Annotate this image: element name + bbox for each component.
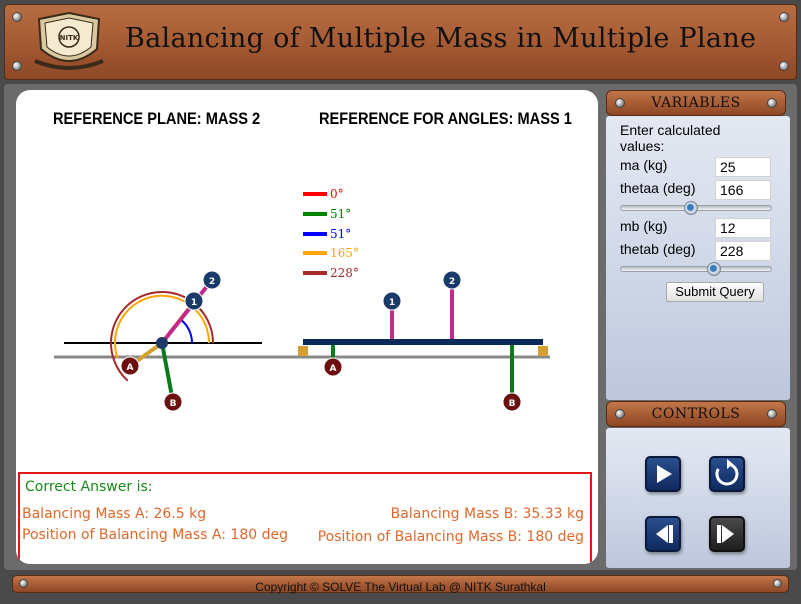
thetaa-input[interactable]	[715, 180, 771, 200]
angle-arc-blue	[180, 318, 193, 344]
legend-swatch	[303, 192, 327, 196]
variables-intro: Enter calculated values:	[620, 122, 721, 154]
copyright-text: Copyright © SOLVE The Virtual Lab @ NITK…	[255, 580, 546, 594]
thetaa-slider[interactable]	[620, 201, 772, 215]
step-back-button[interactable]	[645, 516, 681, 552]
legend-swatch	[303, 271, 327, 275]
svg-text:NITK: NITK	[60, 34, 79, 42]
rivet-icon	[12, 61, 22, 71]
answer-position-b: Position of Balancing Mass B: 180 deg	[317, 529, 584, 545]
variables-title: VARIABLES	[651, 95, 741, 111]
controls-header: CONTROLS	[606, 401, 786, 427]
legend-swatch	[303, 232, 327, 236]
thetaa-slider-thumb[interactable]	[683, 201, 698, 215]
reset-icon	[715, 459, 739, 486]
thetab-slider-thumb[interactable]	[706, 262, 721, 276]
mass-b-label: B	[509, 399, 516, 409]
step-forward-button[interactable]	[709, 516, 745, 552]
header-bar: NITK Balancing of Multiple Mass in Multi…	[4, 4, 797, 80]
rivet-icon	[767, 98, 777, 108]
thetab-label: thetab (deg)	[620, 241, 696, 257]
rivet-icon	[779, 12, 789, 22]
ma-input[interactable]	[715, 157, 771, 177]
mass-1-label: 1	[389, 298, 395, 308]
rivet-icon	[12, 12, 22, 22]
legend-label: 228°	[330, 266, 359, 280]
answer-title: Correct Answer is:	[25, 479, 153, 495]
bearing-right	[538, 346, 548, 356]
legend-label: 0°	[330, 187, 344, 201]
legend-label: 51°	[330, 227, 351, 241]
mass-a-label: A	[127, 363, 134, 373]
nitk-logo: NITK	[34, 11, 104, 70]
answer-mass-b: Balancing Mass B: 35.33 kg	[390, 506, 584, 522]
play-button[interactable]	[645, 456, 681, 492]
page-title: Balancing of Multiple Mass in Multiple P…	[125, 23, 757, 54]
mass-2-label: 2	[449, 277, 455, 287]
bearing-left	[298, 346, 308, 356]
answer-position-a: Position of Balancing Mass A: 180 deg	[22, 527, 288, 543]
rivet-icon	[615, 409, 625, 419]
mass-b-label: B	[170, 399, 177, 409]
simulation-area: REFERENCE PLANE: MASS 2 REFERENCE FOR AN…	[16, 90, 598, 564]
mass-1-label: 1	[191, 298, 197, 308]
legend-swatch	[303, 251, 327, 255]
mass-2-label: 2	[209, 277, 215, 287]
shaft	[303, 339, 543, 345]
ma-label: ma (kg)	[620, 157, 668, 173]
variables-header: VARIABLES	[606, 90, 786, 116]
step-forward-icon	[717, 525, 734, 543]
hub	[156, 337, 168, 349]
rivet-icon	[767, 409, 777, 419]
rivet-icon	[615, 98, 625, 108]
controls-panel	[606, 428, 790, 568]
controls-title: CONTROLS	[651, 406, 741, 422]
thetab-input[interactable]	[715, 241, 771, 261]
reset-button[interactable]	[709, 456, 745, 492]
play-icon	[657, 465, 672, 483]
mb-label: mb (kg)	[620, 218, 668, 234]
rivet-icon	[779, 61, 789, 71]
answer-box: Correct Answer is: Balancing Mass A: 26.…	[18, 472, 592, 564]
submit-query-button[interactable]: Submit Query	[666, 282, 764, 302]
rod-mass2	[160, 278, 214, 345]
legend-swatch	[303, 212, 327, 216]
step-back-icon	[656, 525, 673, 543]
mass-a-label: A	[330, 364, 337, 374]
legend-label: 51°	[330, 207, 351, 221]
legend-label: 165°	[330, 246, 359, 260]
rivet-icon	[19, 579, 28, 588]
mb-input[interactable]	[715, 218, 771, 238]
thetab-slider[interactable]	[620, 262, 772, 276]
shaft-view: 1 2 A B	[298, 270, 548, 412]
footer-bar: Copyright © SOLVE The Virtual Lab @ NITK…	[12, 575, 789, 594]
answer-mass-a: Balancing Mass A: 26.5 kg	[22, 506, 207, 522]
angle-legend: 0° 51° 51° 165° 228°	[303, 187, 359, 280]
thetaa-label: thetaa (deg)	[620, 180, 696, 196]
rivet-icon	[773, 579, 782, 588]
